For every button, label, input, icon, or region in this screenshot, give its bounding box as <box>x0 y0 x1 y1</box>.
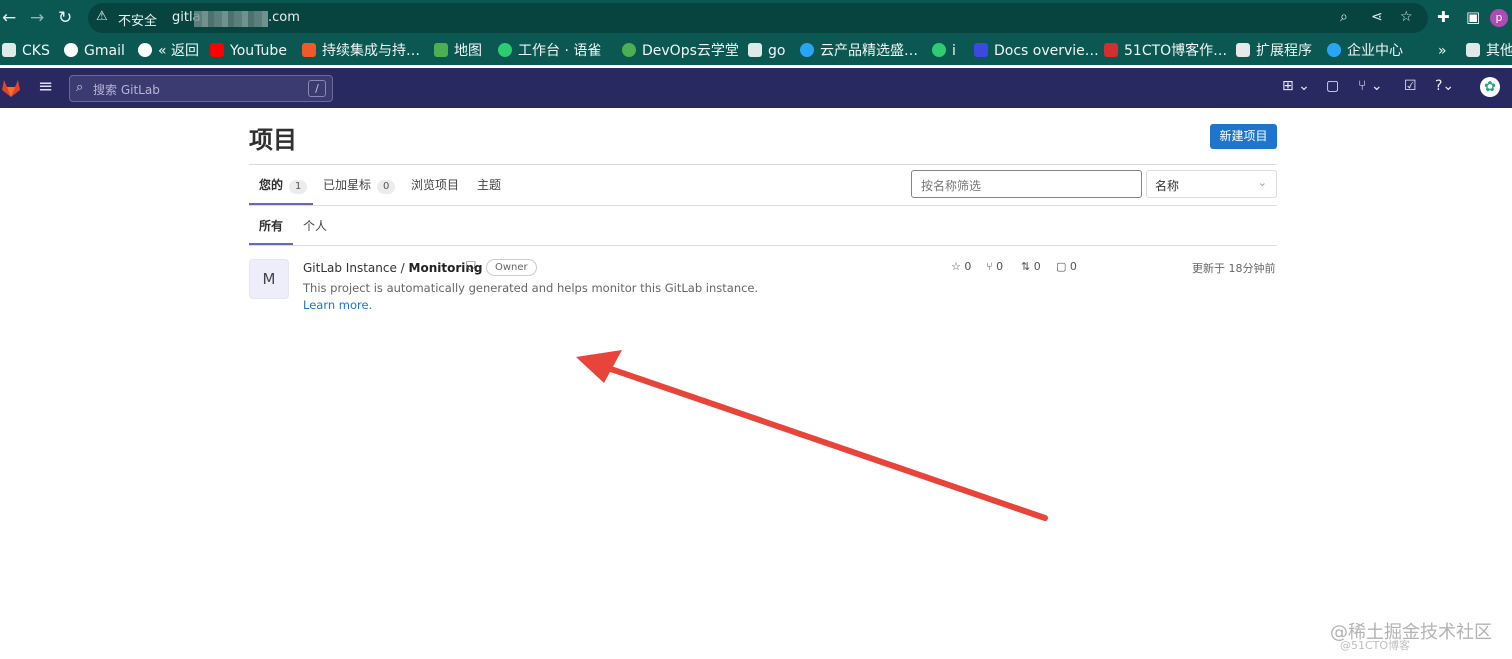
bookmark-item[interactable]: DevOps云学堂 <box>622 41 739 61</box>
side-panel-icon[interactable]: ▣ <box>1466 8 1480 26</box>
youtube-icon <box>210 43 224 57</box>
yuque-icon <box>498 43 512 57</box>
search-input[interactable]: ⌕ 搜索 GitLab / <box>69 75 333 102</box>
warning-icon: ⚠ <box>96 9 108 24</box>
tab-count: 0 <box>377 180 396 194</box>
hamburger-menu-icon[interactable]: ≡ <box>38 76 53 97</box>
stars-stat[interactable]: ☆ 0 <box>951 260 971 273</box>
bookmark-item[interactable]: Docs overvie… <box>974 41 1099 61</box>
issues-icon[interactable]: ▢ <box>1326 78 1339 94</box>
new-project-button[interactable]: 新建项目 <box>1210 124 1277 149</box>
bookmark-item[interactable]: 企业中心 <box>1327 41 1403 61</box>
puzzle-icon <box>1236 43 1250 57</box>
merge-requests-stat[interactable]: ⇅ 0 <box>1021 260 1041 273</box>
updated-timestamp: 更新于 18分钟前 <box>1192 262 1276 275</box>
back-icon[interactable]: ← <box>2 8 16 28</box>
role-badge: Owner <box>486 259 537 276</box>
issue-icon: ▢ <box>1056 260 1067 273</box>
forward-icon[interactable]: → <box>30 8 44 28</box>
tab-explore-projects[interactable]: 浏览项目 <box>411 176 459 193</box>
cloud-icon <box>1327 43 1341 57</box>
bookmark-item[interactable]: 51CTO博客作… <box>1104 41 1227 61</box>
project-title-link[interactable]: GitLab Instance / Monitoring <box>303 261 483 275</box>
filter-placeholder: 按名称筛选 <box>921 179 982 193</box>
create-new-icon[interactable]: ⊞ ⌄ <box>1282 78 1310 94</box>
annotation-arrow-icon <box>576 350 1048 521</box>
zoom-icon[interactable]: ⌕ <box>1340 9 1348 25</box>
bookmark-item[interactable]: 扩展程序 <box>1236 41 1312 61</box>
tab-count: 1 <box>289 180 308 194</box>
search-icon: ⌕ <box>76 80 84 95</box>
url-suffix: .com <box>268 10 300 25</box>
bookmark-item[interactable]: Gmail <box>64 41 125 61</box>
tab-starred-projects[interactable]: 已加星标 0 <box>323 176 396 194</box>
cloud-icon <box>800 43 814 57</box>
address-bar[interactable]: ⚠ 不安全 gitla .com ⌕ ⋖ ☆ <box>88 3 1428 33</box>
docs-icon <box>974 43 988 57</box>
bookmark-star-icon[interactable]: ☆ <box>1400 9 1413 25</box>
fork-icon: ⑂ <box>986 260 993 273</box>
bookmark-item[interactable]: « 返回 <box>138 41 199 61</box>
bookmark-item[interactable]: i <box>932 41 956 61</box>
folder-icon <box>748 43 762 57</box>
bookmark-item[interactable]: 持续集成与持… <box>302 41 420 61</box>
merge-requests-icon[interactable]: ⑂ ⌄ <box>1358 78 1383 94</box>
chevron-down-icon: ⌄ <box>1257 176 1267 189</box>
forks-stat[interactable]: ⑂ 0 <box>986 260 1003 273</box>
tab-your-projects[interactable]: 您的 1 <box>259 176 308 194</box>
gitlab-navbar: ≡ ⌕ 搜索 GitLab / ⊞ ⌄ ▢ ⑂ ⌄ ☑ ?⌄ ✿ <box>0 68 1512 108</box>
devops-icon <box>622 43 636 57</box>
sort-value: 名称 <box>1155 179 1180 193</box>
star-icon: ☆ <box>951 260 961 273</box>
google-icon <box>64 43 78 57</box>
c-icon <box>302 43 316 57</box>
search-placeholder: 搜索 GitLab <box>93 83 160 97</box>
watermark-sub: @51CTO博客 <box>1340 639 1411 652</box>
help-icon[interactable]: ?⌄ <box>1435 78 1454 94</box>
bookmark-item[interactable]: 云产品精选盛… <box>800 41 918 61</box>
bookmark-item[interactable]: go <box>748 41 785 61</box>
bookmark-item[interactable]: CKS <box>2 41 50 61</box>
security-status: 不安全 <box>118 14 158 29</box>
shield-icon: ⛉ <box>466 260 476 275</box>
more-bookmarks-button[interactable]: » <box>1438 41 1447 61</box>
gitlab-logo-icon[interactable] <box>0 77 22 99</box>
todos-icon[interactable]: ☑ <box>1404 78 1417 94</box>
i-icon <box>932 43 946 57</box>
divider <box>249 205 1277 206</box>
extensions-icon[interactable]: ✚ <box>1437 8 1450 26</box>
bookmark-item[interactable]: YouTube <box>210 41 287 61</box>
issues-stat[interactable]: ▢ 0 <box>1056 260 1077 273</box>
share-icon[interactable]: ⋖ <box>1371 9 1383 25</box>
sort-dropdown[interactable]: 名称 ⌄ <box>1146 170 1277 198</box>
divider <box>249 245 1277 246</box>
divider <box>249 164 1277 165</box>
user-avatar-icon[interactable]: ✿ <box>1480 77 1500 97</box>
browser-toolbar: ← → ↻ ⚠ 不安全 gitla .com ⌕ ⋖ ☆ ✚ ▣ p <box>0 0 1512 36</box>
maps-icon <box>434 43 448 57</box>
other-bookmarks-folder[interactable]: 其他 <box>1466 41 1512 61</box>
globe-icon <box>138 43 152 57</box>
folder-icon <box>1466 43 1480 57</box>
page-title: 项目 <box>249 126 297 154</box>
profile-avatar[interactable]: p <box>1490 9 1508 27</box>
bookmarks-bar: CKS Gmail « 返回 YouTube 持续集成与持… 地图 工作台 · … <box>0 36 1512 65</box>
subtab-all[interactable]: 所有 <box>259 217 283 234</box>
subtab-personal[interactable]: 个人 <box>303 217 327 234</box>
folder-icon <box>2 43 16 57</box>
filter-by-name-input[interactable]: 按名称筛选 <box>911 170 1142 198</box>
project-description: This project is automatically generated … <box>303 281 759 312</box>
learn-more-link[interactable]: Learn more. <box>303 298 372 312</box>
bookmark-item[interactable]: 工作台 · 语雀 <box>498 41 601 61</box>
merge-request-icon: ⇅ <box>1021 260 1031 273</box>
project-avatar[interactable]: M <box>249 259 289 299</box>
redacted-url <box>194 11 268 27</box>
tab-topics[interactable]: 主题 <box>477 176 501 193</box>
51cto-icon <box>1104 43 1118 57</box>
reload-icon[interactable]: ↻ <box>58 8 72 28</box>
search-shortcut-hint: / <box>308 80 326 97</box>
bookmark-item[interactable]: 地图 <box>434 41 482 61</box>
